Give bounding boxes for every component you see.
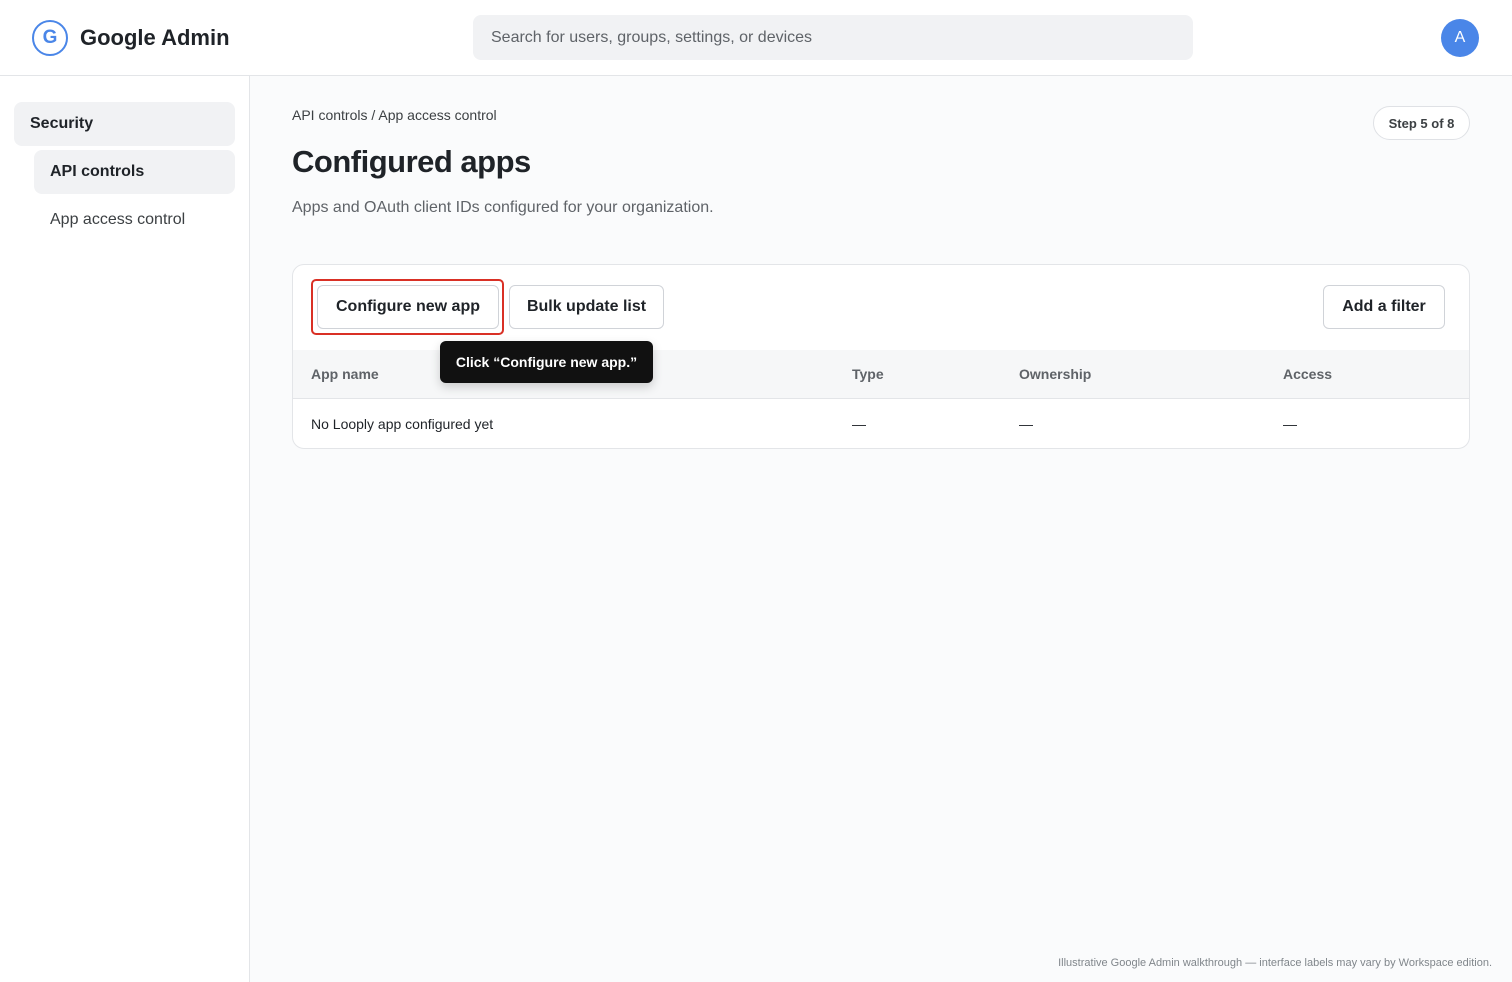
column-header-app-name[interactable]: App name xyxy=(311,350,379,399)
page-subtitle: Apps and OAuth client IDs configured for… xyxy=(292,199,714,216)
sidebar-item-app-access-control[interactable]: App access control xyxy=(34,198,235,242)
top-bar: G Google Admin A xyxy=(0,0,1512,76)
step-badge: Step 5 of 8 xyxy=(1373,106,1470,140)
add-filter-button[interactable]: Add a filter xyxy=(1323,285,1445,329)
column-header-type[interactable]: Type xyxy=(852,350,884,399)
avatar[interactable]: A xyxy=(1441,19,1479,57)
table-row[interactable]: No Looply app configured yet — — — xyxy=(293,399,1469,448)
cell-app-name: No Looply app configured yet xyxy=(311,416,494,432)
bulk-update-list-button[interactable]: Bulk update list xyxy=(509,285,664,329)
cell-ownership: — xyxy=(1019,416,1033,432)
cell-type: — xyxy=(852,416,866,432)
footer-note: Illustrative Google Admin walkthrough — … xyxy=(1058,957,1492,969)
configure-new-app-button[interactable]: Configure new app xyxy=(317,285,499,329)
step-tooltip: Click “Configure new app.” xyxy=(440,341,653,383)
breadcrumb: API controls / App access control xyxy=(292,107,497,123)
column-header-access[interactable]: Access xyxy=(1283,350,1332,399)
sidebar-item-api-controls[interactable]: API controls xyxy=(34,150,235,194)
sidebar-section-security[interactable]: Security xyxy=(14,102,235,146)
page-title: Configured apps xyxy=(292,144,531,179)
search-input[interactable] xyxy=(473,15,1193,60)
app-title[interactable]: Google Admin xyxy=(80,24,230,52)
cell-access: — xyxy=(1283,416,1297,432)
column-header-ownership[interactable]: Ownership xyxy=(1019,350,1091,399)
google-g-icon[interactable]: G xyxy=(32,20,68,56)
sidebar: Security API controls App access control xyxy=(0,76,250,982)
